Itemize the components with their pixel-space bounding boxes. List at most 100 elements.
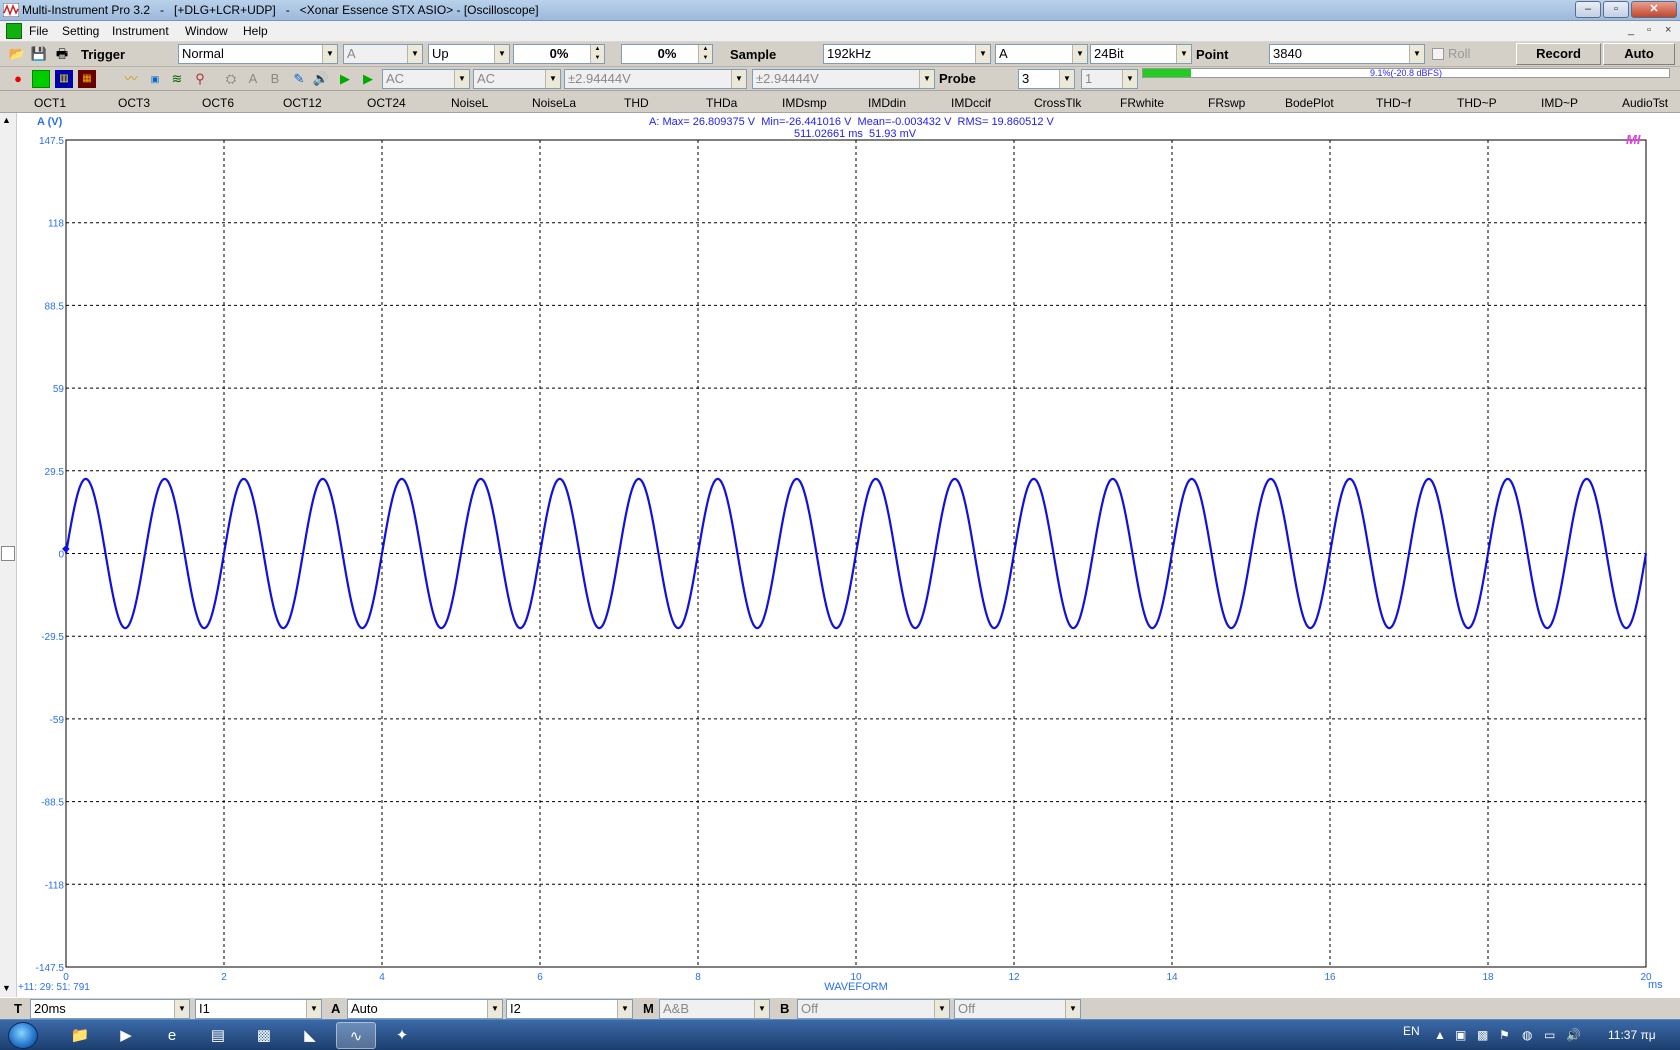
tray-qr-icon[interactable]: ▩ [1477, 1028, 1488, 1042]
trigger-channel-select[interactable]: A ▼ [343, 44, 423, 64]
b-mode-select[interactable]: Off ▼ [797, 999, 950, 1019]
signal-generator-icon[interactable]: 〰 [122, 70, 140, 88]
func-thd[interactable]: THD [624, 96, 649, 110]
sample-rate-select[interactable]: 192kHz ▼ [823, 44, 991, 64]
func-oct1[interactable]: OCT1 [34, 96, 66, 110]
timebase-select[interactable]: 20ms ▼ [30, 999, 190, 1019]
func-oct12[interactable]: OCT12 [283, 96, 322, 110]
print-icon[interactable]: 🖶 [53, 45, 71, 63]
app-icon-misc[interactable]: ✦ [382, 1022, 422, 1049]
probe-icon[interactable]: ✎ [290, 70, 308, 88]
func-imdccif[interactable]: IMDccif [951, 96, 991, 110]
vertical-scrollbar[interactable]: ▲ ▼ [0, 113, 17, 997]
oscilloscope-icon[interactable] [32, 70, 50, 88]
coupling-b-select[interactable]: AC ▼ [473, 69, 561, 89]
start-button[interactable] [8, 1022, 38, 1049]
save-icon[interactable]: 💾 [30, 45, 48, 63]
tray-flag-icon[interactable]: ⚑ [1499, 1028, 1510, 1042]
app-icon-qr[interactable]: ▩ [244, 1022, 284, 1049]
spectrum-analyzer-icon[interactable]: ▥ [55, 70, 73, 88]
minimize-button[interactable]: – [1575, 1, 1601, 18]
menu-file[interactable]: File [29, 24, 48, 38]
func-thda[interactable]: THDa [706, 96, 737, 110]
roll-checkbox[interactable]: Roll [1432, 46, 1470, 61]
document-icon[interactable] [6, 23, 22, 39]
mdi-minimize-button[interactable]: _ [1628, 24, 1634, 36]
record-button[interactable]: Record [1516, 43, 1601, 65]
oscilloscope-plot-area[interactable]: 0 2 4 6 8 10 12 14 16 18 20 147.5 118 88.5 59 29.5 0 -29.… [0, 113, 1680, 997]
b-mode-2-select[interactable]: Off ▼ [954, 999, 1081, 1019]
system-clock[interactable]: 11:37 πμ [1608, 1028, 1656, 1042]
func-noisel[interactable]: NoiseL [451, 96, 488, 110]
trigger-mode-select[interactable]: Normal ▼ [178, 44, 338, 64]
maximize-button[interactable]: ▫ [1603, 1, 1629, 18]
channel-b-icon[interactable]: B [266, 70, 284, 88]
func-noisela[interactable]: NoiseLa [532, 96, 576, 110]
coupling-a-select[interactable]: AC ▼ [382, 69, 470, 89]
play-icon[interactable]: ▶ [336, 70, 354, 88]
trigger-delay-spinner[interactable]: 0% ▲ ▼ [621, 44, 713, 64]
multi-instrument-taskbar-icon[interactable]: ∿ [336, 1022, 376, 1049]
explorer-icon[interactable]: 📁 [60, 1022, 100, 1049]
bit-depth-select[interactable]: 24Bit ▼ [1090, 44, 1192, 64]
menu-window[interactable]: Window [185, 24, 228, 38]
spin-up-icon[interactable]: ▲ [698, 45, 712, 54]
scrollbar-thumb[interactable] [1, 546, 15, 561]
media-player-icon[interactable]: ▶ [106, 1022, 146, 1049]
channel-1-select[interactable]: I1 ▼ [195, 999, 322, 1019]
func-oct6[interactable]: OCT6 [202, 96, 234, 110]
menu-help[interactable]: Help [243, 24, 268, 38]
func-frwhite[interactable]: FRwhite [1120, 96, 1164, 110]
pdf-reader-icon[interactable]: ◣ [290, 1022, 330, 1049]
data-logger-icon[interactable]: ≋ [168, 70, 186, 88]
probe-select[interactable]: 3 ▼ [1018, 69, 1075, 89]
sample-channel-select[interactable]: A ▼ [995, 44, 1088, 64]
func-crosstlk[interactable]: CrossTlk [1034, 96, 1081, 110]
mdi-close-button[interactable]: × [1665, 24, 1671, 36]
spin-down-icon[interactable]: ▼ [698, 54, 712, 63]
range-a-select[interactable]: ±2.94444V ▼ [564, 69, 747, 89]
trigger-level-spinner[interactable]: 0% ▲ ▼ [513, 44, 605, 64]
scroll-down-icon[interactable]: ▼ [2, 983, 11, 993]
scroll-up-icon[interactable]: ▲ [2, 115, 11, 125]
device-icon[interactable]: ⛭ [222, 70, 240, 88]
spin-up-icon[interactable]: ▲ [590, 45, 604, 54]
func-oct24[interactable]: OCT24 [367, 96, 406, 110]
record-dot-icon[interactable]: ● [9, 70, 27, 88]
speaker-icon[interactable]: 🔊 [312, 70, 330, 88]
tray-arrow-icon[interactable]: ▲ [1434, 1028, 1446, 1042]
math-mode-select[interactable]: A&B ▼ [659, 999, 770, 1019]
points-select[interactable]: 3840 ▼ [1269, 44, 1425, 64]
func-thd-p[interactable]: THD~P [1457, 96, 1497, 110]
spin-down-icon[interactable]: ▼ [590, 54, 604, 63]
auto-button[interactable]: Auto [1603, 43, 1675, 65]
func-imd-p[interactable]: IMD~P [1541, 96, 1578, 110]
menu-instrument[interactable]: Instrument [112, 24, 169, 38]
internet-explorer-icon[interactable]: e [152, 1022, 192, 1049]
channel-2-select[interactable]: I2 ▼ [506, 999, 633, 1019]
range-b-select[interactable]: ±2.94444V ▼ [752, 69, 935, 89]
a-mode-select[interactable]: Auto ▼ [347, 999, 503, 1019]
close-button[interactable]: ✕ [1631, 1, 1677, 18]
tray-display-icon[interactable]: ▭ [1544, 1028, 1555, 1042]
func-audiotst[interactable]: AudioTst [1622, 96, 1668, 110]
menu-setting[interactable]: Setting [62, 24, 99, 38]
func-bodeplot[interactable]: BodePlot [1285, 96, 1334, 110]
trigger-edge-select[interactable]: Up ▼ [428, 44, 510, 64]
tray-network-icon[interactable]: ◍ [1522, 1028, 1532, 1042]
tray-volume-icon[interactable]: 🔊 [1566, 1028, 1581, 1042]
play-once-icon[interactable]: ▶ [359, 70, 377, 88]
language-indicator[interactable]: EN [1403, 1024, 1420, 1038]
output-icon[interactable]: ▣ [146, 70, 164, 88]
open-folder-icon[interactable]: 📂 [8, 45, 26, 63]
func-thd-f[interactable]: THD~f [1376, 96, 1411, 110]
calculator-icon[interactable]: ▤ [198, 1022, 238, 1049]
channel-a-icon[interactable]: A [244, 70, 262, 88]
multimeter-icon[interactable]: ▦ [78, 70, 96, 88]
func-imddin[interactable]: IMDdin [868, 96, 906, 110]
lcr-meter-icon[interactable]: ⚲ [191, 70, 209, 88]
func-oct3[interactable]: OCT3 [118, 96, 150, 110]
tray-monitor-icon[interactable]: ▣ [1455, 1028, 1466, 1042]
mdi-restore-button[interactable]: ▫ [1647, 24, 1651, 36]
probe-b-select[interactable]: 1 ▼ [1081, 69, 1138, 89]
